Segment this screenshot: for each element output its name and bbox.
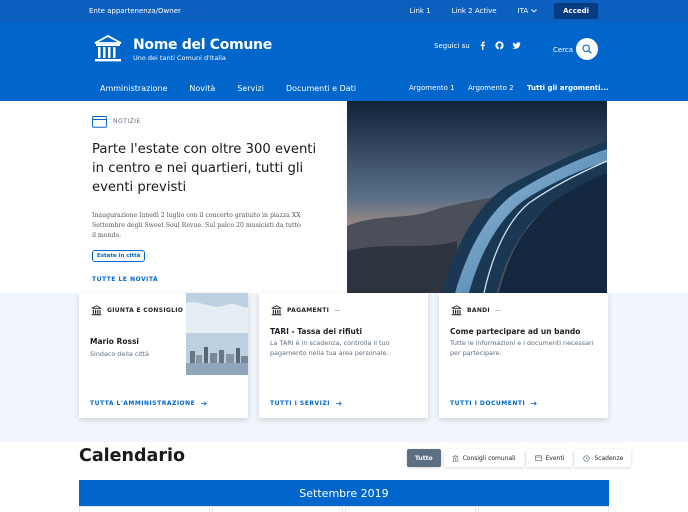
nav-item-documenti[interactable]: Documenti e Dati: [286, 84, 356, 93]
hero-description: Inaugurazione lunedì 2 luglio con il con…: [92, 212, 301, 239]
hero-category: NOTIZIE: [92, 115, 322, 128]
facebook-icon[interactable]: [478, 41, 487, 50]
calendar-month-label: Settembre 2019: [299, 486, 389, 500]
card-pagamenti[interactable]: PAGAMENTI — TARI - Tassa dei rifiuti La …: [259, 293, 428, 418]
card-link[interactable]: TUTTI I SERVIZI: [270, 400, 342, 407]
card-link-label: TUTTA L'AMMINISTRAZIONE: [90, 400, 196, 407]
hero-text: NOTIZIE Parte l'estate con oltre 300 eve…: [92, 115, 322, 283]
card-title[interactable]: Mario Rossi: [90, 337, 139, 346]
card-category: PAGAMENTI —: [271, 305, 341, 316]
filter-label: Consigli comunali: [462, 454, 516, 462]
filter-label: Tutto: [415, 454, 433, 462]
main-nav: Amministrazione Novità Servizi Documenti…: [0, 76, 688, 101]
arrow-right-icon: [335, 401, 342, 406]
town-hall-icon: [91, 305, 102, 316]
github-icon[interactable]: [495, 41, 504, 50]
town-hall-icon: [451, 305, 462, 316]
calendar-days-row: [79, 506, 609, 512]
slim-header: Ente appartenenza/Owner Link 1 Link 2 Ac…: [0, 0, 688, 22]
filter-consigli[interactable]: Consigli comunali: [443, 449, 524, 467]
calendar-icon: [92, 116, 107, 128]
card-text: Tutte le informazioni e i documenti nece…: [450, 339, 594, 357]
clock-icon: [583, 454, 591, 462]
hero-category-label: NOTIZIE: [113, 118, 141, 125]
card-title[interactable]: Come partecipare ad un bando: [450, 327, 580, 336]
nav-item-amministrazione[interactable]: Amministrazione: [100, 84, 167, 93]
card-giunta[interactable]: GIUNTA E CONSIGLIO Mario Rossi Sindaco d…: [79, 293, 248, 418]
card-link-label: TUTTI I SERVIZI: [270, 400, 330, 407]
brand-subtitle: Uno dei tanti Comuni d'Italia: [133, 53, 226, 62]
calendar-day[interactable]: [79, 506, 210, 512]
town-hall-icon[interactable]: [93, 34, 123, 64]
calendar-month-header: Settembre 2019: [79, 480, 609, 506]
filter-tutto[interactable]: Tutto: [407, 449, 441, 467]
filter-label: Eventi: [545, 454, 565, 462]
slim-link-1[interactable]: Link 1: [410, 7, 431, 15]
card-category-label: GIUNTA E CONSIGLIO: [107, 307, 184, 314]
hero-title[interactable]: Parte l'estate con oltre 300 eventi in c…: [92, 140, 322, 197]
filter-scadenze[interactable]: Scadenze: [575, 449, 632, 467]
card-text: La TARI è in scadenza, controlla il tuo …: [270, 339, 390, 357]
town-hall-icon: [451, 454, 459, 462]
language-label: ITA: [517, 7, 529, 15]
nav-item-servizi[interactable]: Servizi: [237, 84, 264, 93]
social-label: Seguici su: [434, 41, 470, 50]
search-icon: [582, 44, 592, 54]
hero-section: NOTIZIE Parte l'estate con oltre 300 eve…: [0, 101, 688, 293]
dash-divider: —: [334, 307, 341, 314]
card-title[interactable]: TARI - Tassa dei rifiuti: [270, 327, 362, 336]
hero-image: [347, 101, 607, 293]
slim-link-2[interactable]: Link 2 Active: [452, 7, 497, 15]
card-link-label: TUTTI I DOCUMENTI: [450, 400, 526, 407]
brand[interactable]: Nome del Comune Uno dei tanti Comuni d'I…: [133, 37, 272, 62]
calendar-filters: Tutto Consigli comunali Eventi Scadenze: [407, 449, 632, 467]
twitter-icon[interactable]: [512, 41, 521, 50]
card-link[interactable]: TUTTA L'AMMINISTRAZIONE: [90, 400, 208, 407]
nav-topic-1[interactable]: Argomento 1: [409, 84, 455, 92]
card-category-label: PAGAMENTI: [287, 307, 330, 314]
card-category-label: BANDI: [467, 307, 490, 314]
calendar-title: Calendario: [79, 446, 185, 466]
calendar-day[interactable]: [478, 506, 609, 512]
all-news-link[interactable]: TUTTE LE NOVITÀ: [92, 276, 322, 283]
brand-title: Nome del Comune: [133, 36, 272, 53]
filter-label: Scadenze: [594, 454, 624, 462]
town-hall-icon: [271, 305, 282, 316]
chevron-down-icon: [531, 9, 537, 13]
nav-item-novita[interactable]: Novità: [189, 84, 215, 93]
calendar-icon: [534, 455, 542, 461]
card-link[interactable]: TUTTI I DOCUMENTI: [450, 400, 538, 407]
owner-link[interactable]: Ente appartenenza/Owner: [89, 7, 410, 15]
search-button[interactable]: [576, 38, 598, 60]
card-bandi[interactable]: BANDI — Come partecipare ad un bando Tut…: [439, 293, 608, 418]
city-skyline-image: [186, 293, 248, 375]
calendar-day[interactable]: [212, 506, 343, 512]
nav-topic-2[interactable]: Argomento 2: [468, 84, 514, 92]
filter-eventi[interactable]: Eventi: [526, 449, 573, 467]
nav-all-topics[interactable]: Tutti gli argomenti...: [527, 84, 609, 92]
login-button[interactable]: Accedi: [554, 3, 598, 19]
language-dropdown[interactable]: ITA: [518, 7, 538, 15]
card-category: BANDI —: [451, 305, 501, 316]
card-category: GIUNTA E CONSIGLIO: [91, 305, 183, 316]
topic-chip[interactable]: Estate in città: [92, 250, 146, 262]
arrow-right-icon: [201, 401, 208, 406]
social-links: Seguici su: [434, 41, 521, 50]
card-text: Sindaco della città: [90, 350, 150, 358]
search-label: Cerca: [553, 46, 574, 54]
calendar-day[interactable]: [345, 506, 476, 512]
arrow-right-icon: [531, 401, 538, 406]
dash-divider: —: [494, 307, 502, 314]
